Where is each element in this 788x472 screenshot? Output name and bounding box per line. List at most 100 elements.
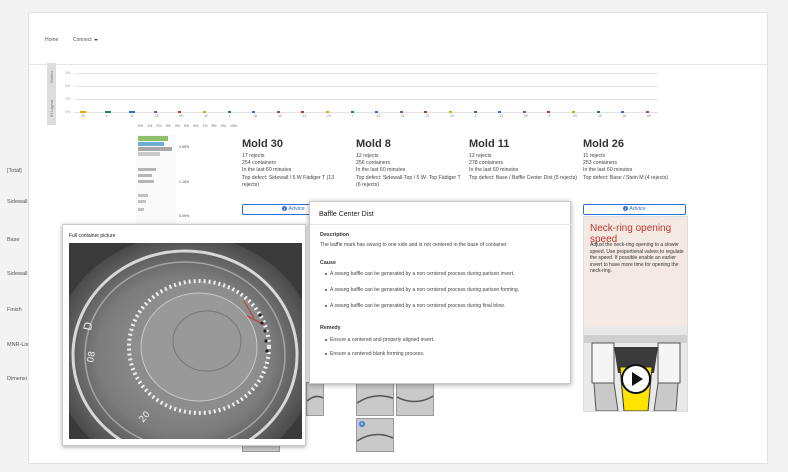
mold-rejects: 12 rejects: [356, 153, 379, 159]
x-tick: 20: [573, 114, 577, 118]
mini-chart-column: [547, 99, 557, 115]
x-tick: 2: [474, 114, 477, 118]
defect-thumbnail[interactable]: B: [356, 418, 394, 452]
mold-engraving: 08: [86, 350, 98, 363]
info-icon: i: [282, 206, 288, 212]
heat-header-tick: 1%: [147, 124, 153, 128]
heat-header-tick: 7%: [202, 124, 208, 128]
x-tick: 15: [597, 114, 602, 118]
mini-bar: [596, 111, 600, 113]
mini-chart-column: [178, 99, 188, 115]
mini-chart-column: [473, 99, 484, 115]
thumbnail-image: [357, 395, 393, 404]
x-tick: 11: [130, 114, 134, 118]
mini-bar: [547, 111, 551, 113]
mold-period: In the last 60 minutes: [469, 167, 519, 174]
mini-chart-column: [301, 99, 311, 115]
mold-card-30[interactable]: Mold 30 17 rejects 254 containers In the…: [242, 138, 352, 189]
heat-bar: [138, 152, 160, 156]
heat-bars: [138, 136, 172, 211]
mini-bar: [80, 111, 86, 113]
x-tick: 34: [277, 114, 282, 118]
cause-item: A swung baffle can be generated by a non…: [325, 287, 566, 293]
mini-chart-column: [522, 99, 533, 115]
mini-chart-column: [276, 99, 287, 115]
mold-top-defect: Top defect: Sidewall / 5 W Fädiger T (13…: [242, 174, 335, 188]
mini-bar: [203, 111, 206, 113]
mini-chart-column: [104, 99, 115, 115]
x-tick: 8: [105, 114, 108, 118]
mold-title: Mold 8: [356, 138, 391, 150]
chevron-down-icon: [93, 38, 98, 41]
mini-chart-column: [621, 99, 631, 115]
description-title: Baffle Center Dist: [319, 211, 374, 218]
advice-label: Advice: [629, 206, 646, 212]
advice-label: Advice: [288, 206, 305, 212]
id-layout-label: ID Layout: [47, 91, 56, 125]
heat-bar: [138, 168, 156, 171]
mini-bar: [153, 111, 157, 113]
heat-header-tick: 9%: [220, 124, 226, 128]
x-tick: 4: [548, 114, 551, 118]
mold-title: Mold 11: [469, 138, 510, 150]
mold-card-26[interactable]: Mold 26 11 rejects 253 containers In the…: [583, 138, 693, 182]
cause-heading: Cause: [320, 260, 336, 266]
mold-containers: 253 containers: [583, 160, 618, 167]
description-text: The baffle mark has swung to one side an…: [320, 242, 508, 248]
row-label-finish: Finish: [7, 307, 22, 313]
mold-containers: 256 containers: [356, 160, 391, 167]
heat-header-tick: 8%: [211, 124, 217, 128]
mold-card-8[interactable]: Mold 8 12 rejects 256 containers In the …: [356, 138, 466, 189]
mini-bar: [621, 111, 625, 113]
heat-bar: [138, 180, 154, 183]
y-tick: 1%: [65, 97, 71, 101]
full-container-picture-panel: Full container picture D 08 20: [62, 224, 306, 446]
defect-thumbnail[interactable]: [356, 382, 394, 416]
mini-bar: [252, 111, 256, 113]
nav-connect-dropdown[interactable]: Connect: [73, 37, 98, 43]
mini-chart-column: [498, 99, 508, 115]
mold-rejects: 11 rejects: [583, 153, 606, 159]
x-tick: 1: [228, 114, 231, 118]
thumbnail-image: [397, 395, 433, 403]
mini-bar: [449, 111, 452, 113]
y-tick: 0%: [65, 110, 71, 114]
mini-chart-column: [596, 99, 607, 115]
mini-chart-column: [449, 99, 459, 115]
y-tick: 2%: [65, 84, 71, 88]
advice-text: Adjust the neck-ring opening to a slower…: [590, 242, 684, 274]
heat-bar: [138, 147, 172, 151]
x-tick: 29: [523, 114, 528, 118]
heat-header-tick: 0%: [138, 124, 144, 128]
neck-ring-video[interactable]: [584, 327, 687, 411]
mini-bar: [178, 111, 182, 113]
heat-header-tick: 5%: [184, 124, 190, 128]
nav-home-link[interactable]: Home: [45, 37, 58, 43]
container-photo: D 08 20: [69, 243, 302, 439]
heat-bar: [138, 174, 152, 177]
x-tick: 21: [376, 114, 381, 118]
x-tick: 13: [499, 114, 504, 118]
mold-top-defect: Top defect: Sidewall-Top / 5 W- Top Fädi…: [356, 174, 461, 188]
mini-chart-column: [375, 99, 385, 115]
gridline: [74, 73, 658, 74]
remedy-item: Ensure a centered and properly aligned i…: [325, 337, 566, 343]
mold-top-defect: Top defect: Base / Stein M (4 rejects): [583, 174, 669, 181]
mini-bar: [375, 111, 379, 113]
heat-bar: [138, 200, 146, 203]
x-tick: 22: [425, 114, 430, 118]
defect-thumbnail[interactable]: [396, 382, 434, 416]
x-tick: 20: [81, 114, 85, 118]
mold-rejects: 12 rejects: [469, 153, 492, 159]
mini-chart-column: [350, 99, 361, 115]
x-tick: 24: [327, 114, 331, 118]
nav-connect-label: Connect: [73, 37, 92, 43]
x-tick: 18: [622, 114, 627, 118]
defect-thumbnail[interactable]: [306, 382, 324, 416]
mini-bar: [424, 111, 428, 113]
container-base-image[interactable]: D 08 20: [69, 243, 302, 439]
mini-bar: [350, 111, 354, 113]
mold-card-11[interactable]: Mold 11 12 rejects 278 containers In the…: [469, 138, 579, 182]
advice-button-mold-26[interactable]: i Advice: [583, 204, 686, 215]
gridline: [74, 86, 658, 87]
